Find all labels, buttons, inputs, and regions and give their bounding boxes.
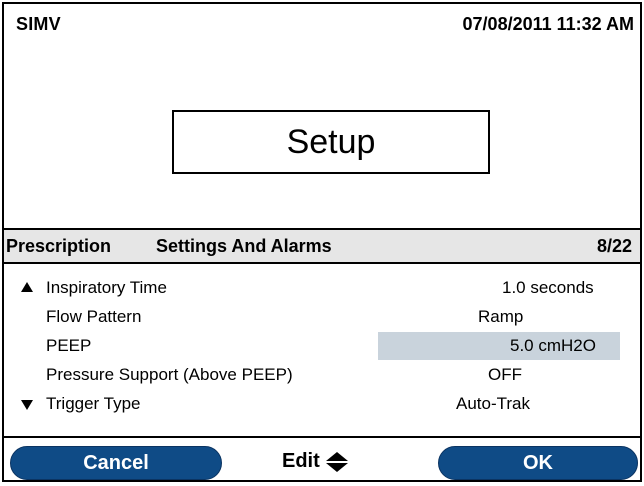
list-item-pressure-support[interactable]: Pressure Support (Above PEEP) OFF: [4, 361, 640, 390]
setting-value: 5.0 cmH2O: [510, 336, 596, 355]
ventilation-mode: SIMV: [16, 14, 61, 34]
date-time: 07/08/2011 11:32 AM: [462, 14, 634, 34]
setting-value: 1.0 seconds: [502, 278, 594, 297]
setting-label: Flow Pattern: [46, 307, 142, 326]
page-title: Setup: [172, 110, 490, 174]
section-header: Prescription Settings And Alarms 8/22: [4, 228, 640, 264]
settings-list: Inspiratory Time 1.0 seconds Flow Patter…: [4, 274, 640, 419]
list-item-peep[interactable]: PEEP 5.0 cmH2O: [4, 332, 640, 361]
edit-control[interactable]: Edit: [282, 450, 350, 473]
status-bar: SIMV 07/08/2011 11:32 AM: [4, 4, 640, 44]
list-item-inspiratory-time[interactable]: Inspiratory Time 1.0 seconds: [4, 274, 640, 303]
setting-value: OFF: [488, 365, 522, 384]
setting-label: Pressure Support (Above PEEP): [46, 365, 293, 384]
up-down-arrows-icon: [325, 451, 348, 472]
setting-label: Inspiratory Time: [46, 278, 167, 297]
ventilator-screen: SIMV 07/08/2011 11:32 AM Setup Prescript…: [2, 2, 642, 482]
tab-settings-and-alarms[interactable]: Settings And Alarms: [156, 236, 332, 257]
setting-label: Trigger Type: [46, 394, 141, 413]
cancel-button[interactable]: Cancel: [10, 446, 222, 480]
page-indicator: 8/22: [596, 236, 632, 256]
setting-value: Ramp: [478, 307, 524, 326]
up-arrow-icon[interactable]: [20, 281, 34, 293]
setting-value: Auto-Trak: [456, 394, 531, 413]
list-item-flow-pattern[interactable]: Flow Pattern Ramp: [4, 303, 640, 332]
down-arrow-icon[interactable]: [20, 399, 34, 411]
setting-label: PEEP: [46, 336, 92, 355]
ok-button[interactable]: OK: [438, 446, 638, 480]
button-bar: Cancel Edit OK: [4, 436, 640, 480]
tab-prescription[interactable]: Prescription: [6, 236, 111, 257]
list-item-trigger-type[interactable]: Trigger Type Auto-Trak: [4, 390, 640, 419]
edit-label: Edit: [282, 450, 320, 472]
